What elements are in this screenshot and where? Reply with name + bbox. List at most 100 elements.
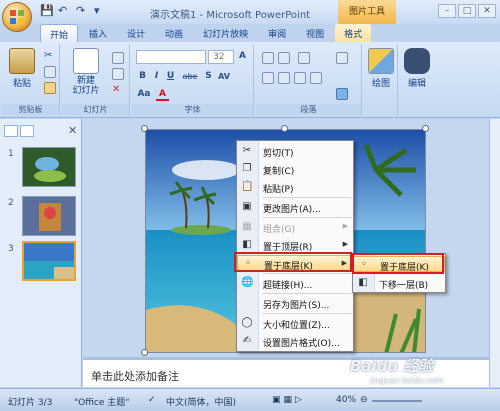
- align-left-icon[interactable]: [262, 72, 274, 84]
- minimize-button[interactable]: –: [438, 4, 456, 18]
- menu-item-label: 超链接(H)...: [263, 281, 313, 291]
- tab-view[interactable]: 视图: [297, 24, 333, 42]
- shadow-button[interactable]: S: [202, 70, 215, 83]
- submenu-arrow-icon: ▶: [342, 222, 348, 230]
- redo-icon[interactable]: ↷: [76, 5, 88, 17]
- tab-home[interactable]: 开始: [40, 24, 79, 42]
- undo-icon[interactable]: ↶: [58, 5, 70, 17]
- cut-icon[interactable]: ✂: [44, 50, 56, 62]
- menu-item-label: 组合(G): [263, 225, 295, 235]
- delete-slide-icon[interactable]: ✕: [112, 84, 124, 96]
- resize-handle[interactable]: [422, 125, 429, 132]
- align-right-icon[interactable]: [294, 72, 306, 84]
- font-size-select[interactable]: 32: [208, 50, 234, 64]
- group-icon: ▦: [242, 221, 252, 232]
- close-button[interactable]: ✕: [478, 4, 496, 18]
- zoom-level[interactable]: 40%: [336, 395, 356, 405]
- tab-animations[interactable]: 动画: [156, 24, 192, 42]
- menu-item-label: 设置图片格式(O)...: [263, 339, 340, 349]
- submenu-item-send-backward[interactable]: ◧ 下移一层(B): [353, 275, 445, 291]
- new-slide-icon: [73, 48, 99, 74]
- baidu-watermark: Baidu 经验 jingyan.baidu.com: [350, 355, 444, 385]
- underline-button[interactable]: U: [164, 70, 177, 83]
- format-painter-icon[interactable]: [44, 82, 56, 94]
- menu-item-format-picture[interactable]: ✍ 设置图片格式(O)...: [237, 333, 353, 349]
- scissors-icon: ✂: [242, 145, 252, 156]
- paste-label: 粘贴: [12, 79, 31, 89]
- paste-icon: [9, 48, 35, 74]
- menu-item-label: 大小和位置(Z)...: [263, 321, 330, 331]
- office-button[interactable]: [2, 2, 32, 32]
- bold-button[interactable]: B: [136, 70, 149, 83]
- font-color-button[interactable]: A: [156, 88, 169, 101]
- resize-handle[interactable]: [281, 125, 288, 132]
- slide-number: 2: [8, 198, 14, 208]
- copy-icon[interactable]: [44, 66, 56, 78]
- font-name-select[interactable]: [136, 50, 206, 64]
- slide-thumbnail-2[interactable]: [22, 196, 76, 236]
- slides-group-label: 幻灯片: [62, 104, 129, 115]
- grow-font-icon[interactable]: A: [236, 50, 249, 63]
- drawing-button[interactable]: 绘图: [364, 48, 398, 89]
- slides-tab[interactable]: [4, 125, 18, 137]
- menu-item-save-as-picture[interactable]: 另存为图片(S)...: [237, 295, 353, 311]
- maximize-button[interactable]: □: [458, 4, 476, 18]
- italic-button[interactable]: I: [150, 70, 163, 83]
- zoom-out-icon[interactable]: ⊖: [360, 395, 368, 405]
- menu-item-bring-to-front[interactable]: ◧ 置于顶层(R) ▶: [237, 237, 353, 253]
- slide-thumbnail-1[interactable]: [22, 147, 76, 187]
- menu-separator: [263, 217, 351, 218]
- watermark-text: Baidu 经验: [350, 357, 434, 375]
- strikethrough-button[interactable]: abe: [180, 70, 200, 83]
- bullets-icon[interactable]: [262, 52, 274, 64]
- menu-item-size-position[interactable]: ◯ 大小和位置(Z)...: [237, 315, 353, 331]
- tab-insert[interactable]: 插入: [80, 24, 116, 42]
- resize-handle[interactable]: [141, 349, 148, 356]
- indent-icon[interactable]: [298, 52, 310, 64]
- tab-format[interactable]: 格式: [335, 24, 372, 42]
- vertical-scrollbar[interactable]: [489, 119, 500, 387]
- slide-thumbnail-3[interactable]: [22, 241, 76, 281]
- language[interactable]: 中文(简体，中国): [166, 395, 236, 408]
- justify-icon[interactable]: [310, 72, 322, 84]
- save-icon[interactable]: 💾: [40, 5, 54, 17]
- align-center-icon[interactable]: [278, 72, 290, 84]
- menu-item-copy[interactable]: ❐ 复制(C): [237, 161, 353, 177]
- tab-slideshow[interactable]: 幻灯片放映: [194, 24, 257, 42]
- tab-design[interactable]: 设计: [118, 24, 154, 42]
- layout-icon[interactable]: [112, 52, 124, 64]
- smartart-icon[interactable]: [336, 88, 348, 100]
- text-direction-icon[interactable]: [336, 52, 348, 64]
- menu-item-cut[interactable]: ✂ 剪切(T): [237, 143, 353, 159]
- change-case-button[interactable]: Aa: [136, 88, 152, 101]
- spellcheck-icon[interactable]: ✓: [148, 395, 156, 405]
- title-bar: 💾 ↶ ↷ ▾ 演示文稿1 - Microsoft PowerPoint 图片工…: [0, 0, 500, 24]
- customize-qat-icon[interactable]: ▾: [94, 5, 106, 17]
- slide-number: 3: [8, 244, 14, 254]
- paste-button[interactable]: 粘贴: [4, 48, 40, 89]
- numbering-icon[interactable]: [278, 52, 290, 64]
- resize-handle[interactable]: [141, 125, 148, 132]
- send-backward-icon: ◧: [358, 277, 368, 288]
- drawing-label: 绘图: [371, 79, 390, 89]
- char-spacing-button[interactable]: AV: [216, 70, 232, 83]
- context-menu: ✂ 剪切(T) ❐ 复制(C) 📋 粘贴(P) ▣ 更改图片(A)... ▦ 组…: [236, 140, 354, 352]
- change-picture-icon: ▣: [242, 201, 252, 212]
- editing-button[interactable]: 编辑: [400, 48, 434, 89]
- menu-item-label: 复制(C): [263, 167, 295, 177]
- panel-close-icon[interactable]: ✕: [68, 124, 77, 137]
- menu-separator: [263, 273, 351, 274]
- zoom-slider[interactable]: [372, 400, 422, 402]
- reset-icon[interactable]: [112, 68, 124, 80]
- menu-item-change-picture[interactable]: ▣ 更改图片(A)...: [237, 199, 353, 215]
- view-buttons[interactable]: ▣▦▷: [272, 395, 305, 405]
- highlight-box: [352, 253, 444, 274]
- outline-tab[interactable]: [20, 125, 34, 137]
- new-slide-button[interactable]: 新建 幻灯片: [66, 48, 106, 96]
- menu-item-hyperlink[interactable]: 🌐 超链接(H)...: [237, 275, 353, 291]
- editing-label: 编辑: [407, 79, 426, 89]
- menu-item-paste[interactable]: 📋 粘贴(P): [237, 179, 353, 195]
- format-picture-icon: ✍: [242, 335, 252, 346]
- tab-review[interactable]: 审阅: [259, 24, 295, 42]
- font-group: 32 A B I U abe S AV Aa A 字体: [132, 44, 254, 116]
